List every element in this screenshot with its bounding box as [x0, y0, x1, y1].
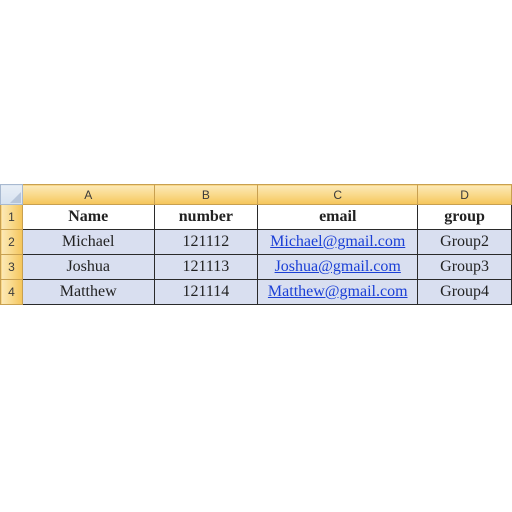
spreadsheet-grid[interactable]: A B C D 1 Name number email group 2 Mich… — [0, 184, 512, 305]
email-link[interactable]: Michael@gmail.com — [270, 233, 405, 250]
cell-D2[interactable]: Group2 — [418, 230, 512, 255]
cell-A2[interactable]: Michael — [22, 230, 154, 255]
row-header-4[interactable]: 4 — [1, 280, 23, 305]
cell-B3[interactable]: 121113 — [154, 255, 258, 280]
email-link[interactable]: Matthew@gmail.com — [268, 283, 408, 300]
table-row: 3 Joshua 121113 Joshua@gmail.com Group3 — [1, 255, 512, 280]
column-header-D[interactable]: D — [418, 185, 512, 205]
row-header-3[interactable]: 3 — [1, 255, 23, 280]
select-all-corner[interactable] — [1, 185, 23, 205]
cell-A1[interactable]: Name — [22, 205, 154, 230]
table-row: 2 Michael 121112 Michael@gmail.com Group… — [1, 230, 512, 255]
table-row: 4 Matthew 121114 Matthew@gmail.com Group… — [1, 280, 512, 305]
table-row: 1 Name number email group — [1, 205, 512, 230]
column-header-A[interactable]: A — [22, 185, 154, 205]
cell-B4[interactable]: 121114 — [154, 280, 258, 305]
cell-A3[interactable]: Joshua — [22, 255, 154, 280]
row-header-1[interactable]: 1 — [1, 205, 23, 230]
select-all-triangle-icon — [10, 192, 21, 203]
cell-D3[interactable]: Group3 — [418, 255, 512, 280]
cell-D4[interactable]: Group4 — [418, 280, 512, 305]
cell-C4[interactable]: Matthew@gmail.com — [258, 280, 418, 305]
cell-D1[interactable]: group — [418, 205, 512, 230]
column-header-B[interactable]: B — [154, 185, 258, 205]
cell-B2[interactable]: 121112 — [154, 230, 258, 255]
cell-A4[interactable]: Matthew — [22, 280, 154, 305]
column-header-C[interactable]: C — [258, 185, 418, 205]
email-link[interactable]: Joshua@gmail.com — [275, 258, 401, 275]
cell-C1[interactable]: email — [258, 205, 418, 230]
cell-C3[interactable]: Joshua@gmail.com — [258, 255, 418, 280]
cell-C2[interactable]: Michael@gmail.com — [258, 230, 418, 255]
row-header-2[interactable]: 2 — [1, 230, 23, 255]
spreadsheet[interactable]: A B C D 1 Name number email group 2 Mich… — [0, 184, 512, 305]
cell-B1[interactable]: number — [154, 205, 258, 230]
